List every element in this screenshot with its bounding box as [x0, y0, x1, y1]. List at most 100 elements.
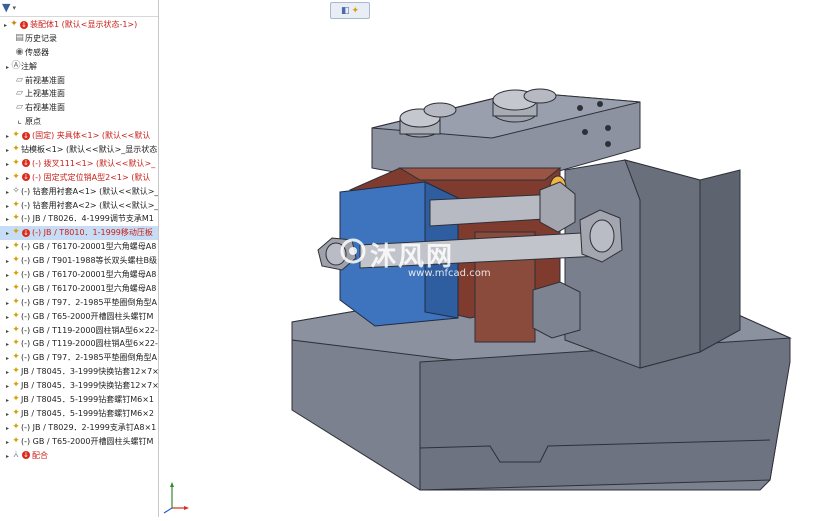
tree-item-label: 历史记录 [25, 33, 57, 43]
tree-item[interactable]: ▸ ✦(-) GB / T97．2-1985平垫圈倒角型A [0, 296, 158, 310]
expand-arrow-icon[interactable]: ▸ [4, 186, 11, 199]
tree-item[interactable]: ▸ ✦JB / T8045．5-1999钻套螺钉M6×1 [0, 393, 158, 407]
tree-item-label: 钻模板<1> (默认<<默认>_显示状态 [21, 145, 158, 155]
tree-item[interactable]: ▸ ✦(-) JB / T8026．4-1999调节支承M1 [0, 212, 158, 226]
tree-item[interactable]: ▸ ✦ ↓ (-) JB / T8010．1-1999移动压板 [0, 226, 158, 241]
tree-item[interactable]: ▱ 前视基准面 [0, 74, 158, 88]
tree-item[interactable]: ▱ 右视基准面 [0, 101, 158, 115]
tree-item-label: JB / T8045．5-1999钻套螺钉M6×1 [21, 395, 154, 405]
assembly-model-view[interactable] [159, 0, 820, 517]
tree-item[interactable]: ⌞ 原点 [0, 115, 158, 129]
tree-item-label: (-) JB / T8026．4-1999调节支承M1 [21, 214, 154, 224]
expand-arrow-icon[interactable]: ▸ [4, 422, 11, 435]
tree-item-label: (-) GB / T119-2000圆柱销A型6×22- [21, 339, 158, 349]
tree-item-label: 装配体1 (默认<显示状态-1>) [30, 20, 138, 29]
part-icon: ✦ [12, 338, 20, 349]
part-icon: ✦ [12, 380, 20, 391]
tree-item[interactable]: ▸ ✦(-) GB / T65-2000开槽圆柱头螺钉M [0, 310, 158, 324]
tree-item[interactable]: ▸ ✦(-) JB / T8029．2-1999支承钉A8×1 [0, 421, 158, 435]
expand-arrow-icon[interactable]: ▸ [4, 408, 11, 421]
expand-arrow-icon[interactable]: ▸ [2, 19, 9, 32]
tree-item-label: (-) 拨叉111<1> (默认<<默认>_ [32, 158, 156, 168]
tree-list: ▸ ✦ ↓ 装配体1 (默认<显示状态-1>) ▤历史记录 ◉ 传感器 ▸ Ⓐ注解 ▱ 前视基准面 ▱… [0, 17, 158, 463]
part-icon: ✦ [12, 324, 20, 335]
tree-item[interactable]: ▸ ✦JB / T8045．3-1999快换钻套12×7× [0, 379, 158, 393]
funnel-icon[interactable]: ▼ [2, 1, 10, 15]
rebuild-error-icon: ↓ [22, 131, 30, 140]
expand-arrow-icon[interactable]: ▸ [4, 200, 11, 213]
part-icon: ✦ [12, 157, 20, 168]
tree-item[interactable]: ◉ 传感器 [0, 46, 158, 60]
history-icon: ▤ [15, 32, 24, 43]
tree-item[interactable]: ▸ ✦ ↓ (-) 固定式定位销A型2<1> (默认 [0, 171, 158, 185]
part-icon: ✦ [12, 213, 20, 224]
part-icon: ✦ [12, 407, 20, 418]
tree-item[interactable]: ▱ 上视基准面 [0, 87, 158, 101]
tree-item[interactable]: ▸ ⩑ ↓ 配合 [0, 449, 158, 463]
tree-item[interactable]: ▸ ✦ ↓ 装配体1 (默认<显示状态-1>) [0, 18, 158, 32]
tree-item[interactable]: ▤历史记录 [0, 32, 158, 46]
tree-item[interactable]: ▸ ✦(-) GB / T6170-20001型六角螺母A8 [0, 240, 158, 254]
tree-item[interactable]: ▸ ✦钻模板<1> (默认<<默认>_显示状态 [0, 143, 158, 157]
tree-item-label: JB / T8045．5-1999钻套螺钉M6×2 [21, 408, 154, 418]
tree-item-label: 原点 [25, 117, 41, 127]
expand-arrow-icon[interactable]: ▸ [4, 352, 11, 365]
expand-arrow-icon[interactable]: ▸ [4, 338, 11, 351]
expand-arrow-icon[interactable]: ▸ [4, 394, 11, 407]
tree-item[interactable]: ▸ ✦(-) GB / T901-1988等长双头螺柱B级 [0, 254, 158, 268]
expand-arrow-icon[interactable]: ▸ [4, 311, 11, 324]
expand-arrow-icon[interactable]: ▸ [4, 172, 11, 185]
chevron-down-icon[interactable]: ▾ [12, 4, 16, 12]
heads-up-view-toolbar[interactable]: ◧ ✦ [330, 2, 370, 19]
part-icon: ✦ [12, 352, 20, 363]
expand-arrow-icon[interactable]: ▸ [4, 213, 11, 226]
expand-arrow-icon[interactable]: ▸ [4, 130, 11, 143]
expand-arrow-icon[interactable]: ▸ [4, 283, 11, 296]
tree-item[interactable]: ▸ ✧(-) 钻套用衬套A<1> (默认<<默认>_ [0, 185, 158, 199]
part-icon: ✦ [12, 144, 20, 155]
rebuild-error-icon: ↓ [22, 451, 30, 460]
origin-icon: ⌞ [17, 116, 22, 127]
expand-arrow-icon[interactable]: ▸ [4, 450, 11, 463]
tree-item-label: (-) JB / T8010．1-1999移动压板 [32, 228, 153, 238]
part-icon: ✦ [12, 227, 20, 238]
tree-item[interactable]: ▸ ✦(-) GB / T119-2000圆柱销A型6×22- [0, 324, 158, 338]
expand-arrow-icon[interactable]: ▸ [4, 297, 11, 310]
expand-arrow-icon[interactable]: ▸ [4, 380, 11, 393]
assembly-icon: ✦ [10, 19, 18, 29]
expand-arrow-icon[interactable]: ▸ [4, 227, 11, 240]
tree-item-label: 配合 [32, 450, 48, 460]
expand-arrow-icon[interactable]: ▸ [4, 61, 11, 74]
tree-item-label: (-) GB / T6170-20001型六角螺母A8 [21, 270, 157, 280]
tree-item[interactable]: ▸ ✦JB / T8045．3-1999快换钻套12×7× [0, 365, 158, 379]
tree-item[interactable]: ▸ Ⓐ注解 [0, 60, 158, 74]
mates-icon: ⩑ [13, 449, 19, 460]
tree-item[interactable]: ▸ ✦(-) GB / T65-2000开槽圆柱头螺钉M [0, 435, 158, 449]
plane-icon: ▱ [16, 102, 23, 113]
expand-arrow-icon[interactable]: ▸ [4, 144, 11, 157]
tree-item-label: (-) 钻套用衬套A<2> (默认<<默认>_ [21, 200, 158, 210]
tree-item[interactable]: ▸ ✦JB / T8045．5-1999钻套螺钉M6×2 [0, 407, 158, 421]
coordinate-triad-icon [163, 482, 189, 514]
expand-arrow-icon[interactable]: ▸ [4, 269, 11, 282]
expand-arrow-icon[interactable]: ▸ [4, 255, 11, 268]
expand-arrow-icon[interactable]: ▸ [4, 366, 11, 379]
expand-arrow-icon[interactable]: ▸ [4, 158, 11, 171]
expand-arrow-icon[interactable]: ▸ [4, 325, 11, 338]
tree-item[interactable]: ▸ ✦(-) GB / T119-2000圆柱销A型6×22- [0, 337, 158, 351]
tree-item[interactable]: ▸ ✦ ↓ (固定) 夹具体<1> (默认<<默认 [0, 129, 158, 143]
tree-item-label: (-) 钻套用衬套A<1> (默认<<默认>_ [21, 186, 158, 196]
graphics-viewport[interactable]: ◧ ✦ [159, 0, 820, 517]
assembly-display-icon[interactable]: ✦ [351, 6, 359, 16]
plane-icon: ▱ [16, 88, 23, 99]
tree-item-label: (-) GB / T65-2000开槽圆柱头螺钉M [21, 311, 154, 321]
view-orientation-icon[interactable]: ◧ [341, 6, 350, 16]
tree-item[interactable]: ▸ ✦ ↓ (-) 拨叉111<1> (默认<<默认>_ [0, 157, 158, 171]
rebuild-error-icon: ↓ [22, 173, 30, 182]
tree-item[interactable]: ▸ ✦(-) GB / T97．2-1985平垫圈倒角型A [0, 351, 158, 365]
tree-item[interactable]: ▸ ✦(-) 钻套用衬套A<2> (默认<<默认>_ [0, 199, 158, 213]
expand-arrow-icon[interactable]: ▸ [4, 436, 11, 449]
tree-item[interactable]: ▸ ✦(-) GB / T6170-20001型六角螺母A8 [0, 282, 158, 296]
tree-item[interactable]: ▸ ✦(-) GB / T6170-20001型六角螺母A8 [0, 268, 158, 282]
expand-arrow-icon[interactable]: ▸ [4, 241, 11, 254]
